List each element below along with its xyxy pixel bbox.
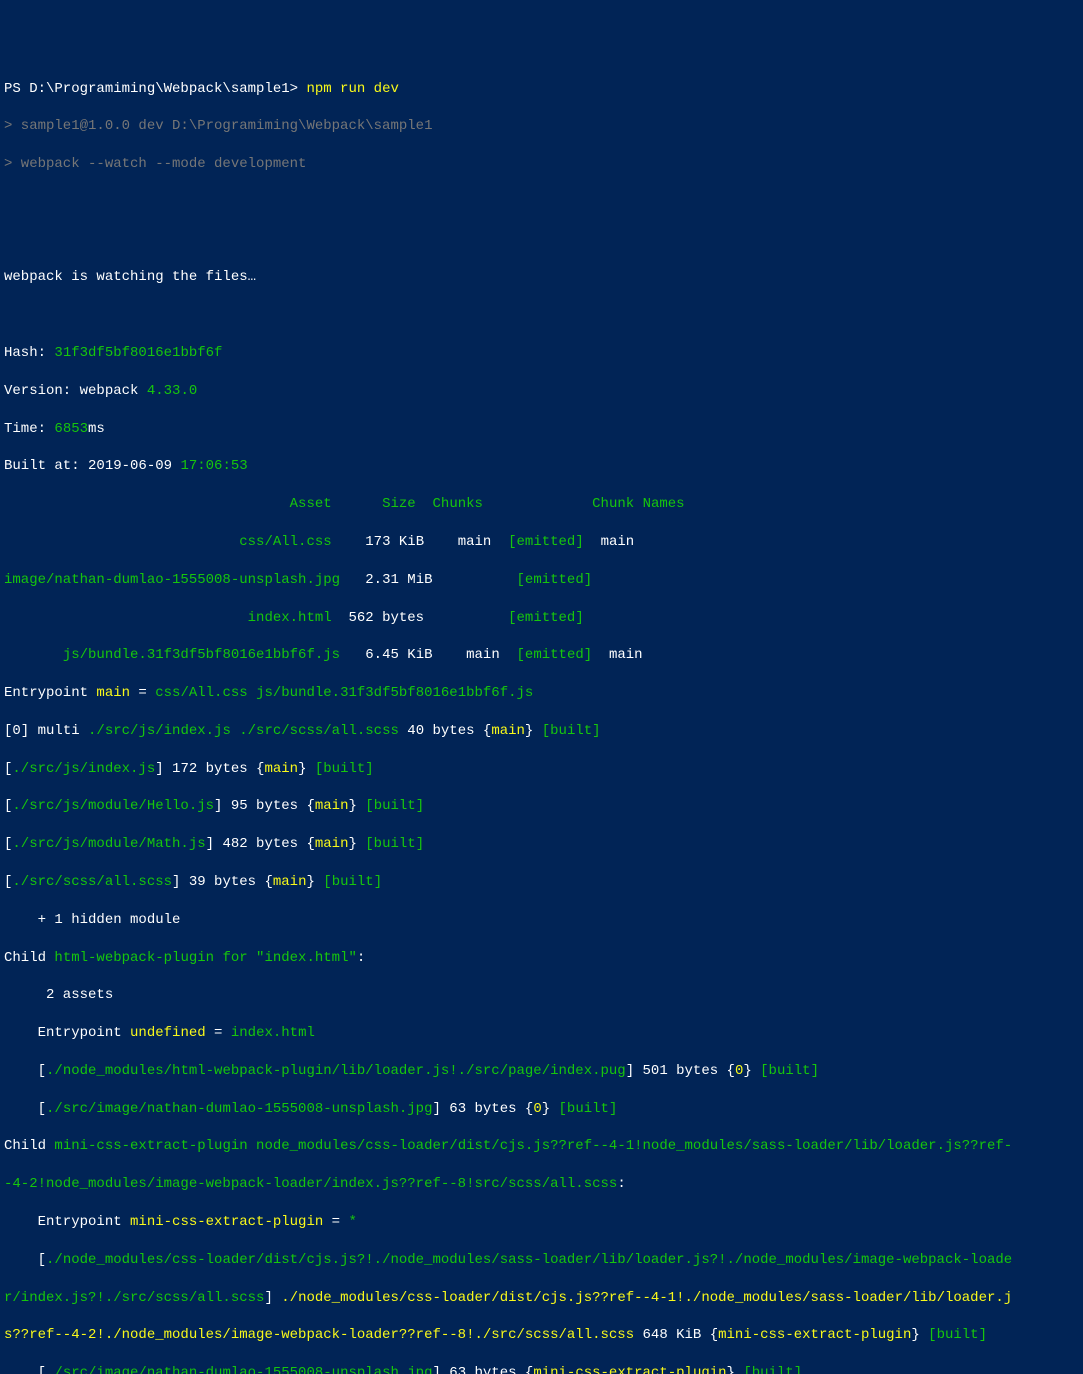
- child-module: [./node_modules/css-loader/dist/cjs.js?!…: [4, 1251, 1079, 1270]
- child-module-cont: r/index.js?!./src/scss/all.scss] ./node_…: [4, 1289, 1079, 1308]
- hidden-modules: + 1 hidden module: [4, 911, 1079, 930]
- asset-row: image/nathan-dumlao-1555008-unsplash.jpg…: [4, 571, 1079, 590]
- built-at-line: Built at: 2019-06-09 17:06:53: [4, 457, 1079, 476]
- hash-line: Hash: 31f3df5bf8016e1bbf6f: [4, 344, 1079, 363]
- child-entrypoint: Entrypoint undefined = index.html: [4, 1024, 1079, 1043]
- module-line: [0] multi ./src/js/index.js ./src/scss/a…: [4, 722, 1079, 741]
- npm-pkg-line: > sample1@1.0.0 dev D:\Programiming\Webp…: [4, 117, 1079, 136]
- child-module: [./src/image/nathan-dumlao-1555008-unspl…: [4, 1100, 1079, 1119]
- module-line: [./src/js/module/Hello.js] 95 bytes {mai…: [4, 797, 1079, 816]
- asset-row: css/All.css 173 KiB main [emitted] main: [4, 533, 1079, 552]
- child-assets: 2 assets: [4, 986, 1079, 1005]
- prompt-line: PS D:\Programiming\Webpack\sample1> npm …: [4, 80, 1079, 99]
- child-entrypoint: Entrypoint mini-css-extract-plugin = *: [4, 1213, 1079, 1232]
- child-module: [./node_modules/html-webpack-plugin/lib/…: [4, 1062, 1079, 1081]
- version-line: Version: webpack 4.33.0: [4, 382, 1079, 401]
- terminal-output: PS D:\Programiming\Webpack\sample1> npm …: [4, 80, 1079, 1374]
- child-header: Child mini-css-extract-plugin node_modul…: [4, 1137, 1079, 1156]
- module-line: [./src/js/index.js] 172 bytes {main} [bu…: [4, 760, 1079, 779]
- npm-script-line: > webpack --watch --mode development: [4, 155, 1079, 174]
- asset-row: js/bundle.31f3df5bf8016e1bbf6f.js 6.45 K…: [4, 646, 1079, 665]
- asset-header: Asset Size Chunks Chunk Names: [4, 495, 1079, 514]
- time-line: Time: 6853ms: [4, 420, 1079, 439]
- child-module: [./src/image/nathan-dumlao-1555008-unspl…: [4, 1364, 1079, 1374]
- asset-row: index.html 562 bytes [emitted]: [4, 609, 1079, 628]
- watch-line: webpack is watching the files…: [4, 268, 1079, 287]
- module-line: [./src/js/module/Math.js] 482 bytes {mai…: [4, 835, 1079, 854]
- child-header: Child html-webpack-plugin for "index.htm…: [4, 949, 1079, 968]
- child-header-cont: -4-2!node_modules/image-webpack-loader/i…: [4, 1175, 1079, 1194]
- child-module-cont: s??ref--4-2!./node_modules/image-webpack…: [4, 1326, 1079, 1345]
- module-line: [./src/scss/all.scss] 39 bytes {main} [b…: [4, 873, 1079, 892]
